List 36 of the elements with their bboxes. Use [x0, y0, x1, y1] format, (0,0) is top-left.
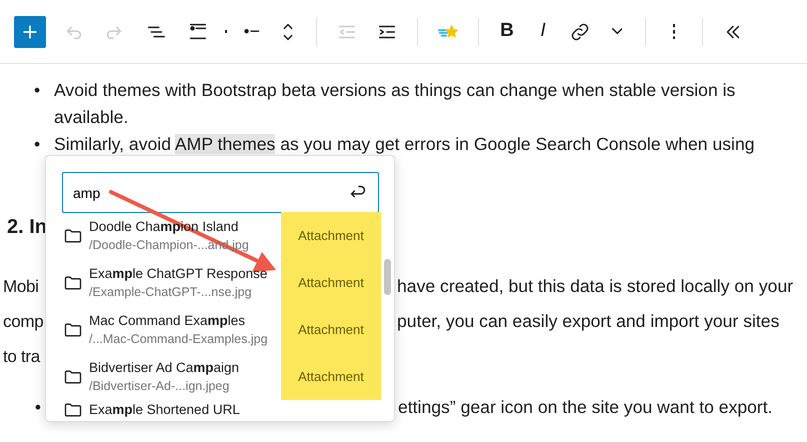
paragraph-text: have created, but this data is stored locally on your	[397, 275, 794, 298]
highlighted-type-label: Attachment	[281, 212, 381, 259]
paragraph-text: comp	[3, 312, 44, 331]
search-field[interactable]: amp	[62, 172, 379, 213]
bold-button[interactable]: B	[489, 14, 525, 50]
result-path: /Example-ChatGPT-...nse.jpg	[89, 284, 253, 301]
result-title: Example ChatGPT Response	[89, 264, 268, 282]
paragraph-text: to tra	[3, 347, 40, 366]
search-result-item[interactable]: Bidvertiser Ad Campaign /Bidvertiser-Ad-...ign.jpeg Attachment	[46, 353, 386, 400]
italic-button[interactable]: I	[525, 14, 561, 50]
result-title: Bidvertiser Ad Campaign	[89, 358, 240, 376]
section-heading: 2. In	[7, 215, 48, 240]
bullet-dash-icon	[244, 29, 260, 34]
highlighted-type-label: Attachment	[281, 306, 381, 353]
search-result-item[interactable]: Example ChatGPT Response /Example-ChatGPT-...nse.jpg Attachment	[46, 259, 386, 306]
result-path: /Bidvertiser-Ad-...ign.jpeg	[89, 378, 230, 395]
list-item-text: Similarly, avoid AMP themes as you may get errors in Google Search Console when using	[54, 133, 755, 156]
chevron-down-icon	[612, 28, 622, 35]
highlighted-type-label: Attachment	[281, 259, 381, 306]
list-item-text: Avoid themes with Bootstrap beta versions as things can change when stable version is available.	[54, 79, 736, 129]
highlighted-type-label: Attachment	[281, 353, 381, 400]
result-path: /...Mac-Command-Examples.jpg	[89, 330, 269, 348]
link-icon	[569, 20, 591, 42]
scrollbar-thumb[interactable]	[384, 259, 391, 295]
list-item-text: ettings” gear icon on the site you want to export.	[398, 396, 773, 419]
bullet-marker: •	[34, 396, 41, 419]
paragraph-text: Mobi	[3, 277, 39, 296]
more-options-icon	[672, 24, 676, 40]
add-button[interactable]	[14, 16, 46, 48]
search-result-item[interactable]: Mac Command Examples /...Mac-Command-Examples.jpg Attachment	[46, 306, 386, 353]
bullet-marker: •	[34, 133, 42, 156]
bullet-marker: •	[34, 79, 42, 102]
result-title: Mac Command Examples	[89, 312, 246, 330]
result-title: Example Shortened URL	[89, 401, 241, 419]
search-result-item[interactable]: Example Shortened URL	[46, 400, 386, 421]
paragraph-text: puter, you can easily export and import your sites	[397, 310, 780, 333]
